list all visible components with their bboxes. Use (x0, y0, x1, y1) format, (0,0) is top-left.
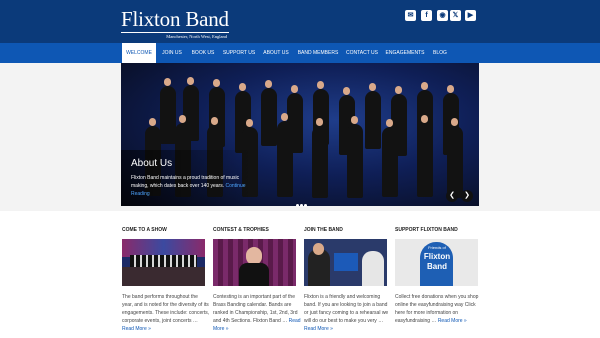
nav-blog[interactable]: BLOG (430, 43, 450, 63)
column-text-join: Flixton is a friendly and welcoming band… (304, 293, 392, 333)
nav-support-us[interactable]: SUPPORT US (222, 43, 256, 63)
band-member (417, 123, 433, 197)
band-member-face (164, 78, 171, 86)
band-member-face (421, 82, 428, 90)
column-description: Flixton is a friendly and welcoming band… (304, 294, 389, 324)
band-member (277, 121, 293, 197)
band-member (261, 88, 277, 146)
band-member-face (213, 79, 220, 87)
band-member-face (317, 81, 324, 89)
band-member-face (246, 119, 253, 127)
x-icon[interactable]: 𝕏 (450, 10, 461, 21)
band-member-face (291, 85, 298, 93)
band-member (447, 126, 463, 198)
read-more-link[interactable]: Read More » (304, 326, 333, 332)
nav-book-us[interactable]: BOOK US (189, 43, 217, 63)
hero-text: Flixton Band maintains a proud tradition… (131, 174, 249, 198)
column-title-contest[interactable]: CONTEST & TROPHIES (213, 227, 269, 233)
audience (122, 267, 205, 286)
nav-engagements[interactable]: ENGAGEMENTS (384, 43, 426, 63)
youtube-icon[interactable]: ▶ (465, 10, 476, 21)
read-more-link[interactable]: Read More » (122, 326, 151, 332)
slider-dot[interactable] (304, 204, 307, 207)
concert-photo[interactable] (122, 239, 205, 286)
band-member-face (211, 117, 218, 125)
site-subtitle: Manchester, North West, England (166, 34, 227, 39)
facebook-icon[interactable]: f (421, 10, 432, 21)
slider-dot[interactable] (296, 204, 299, 207)
site-header (0, 0, 600, 43)
logo-underline (121, 32, 229, 33)
site-title[interactable]: Flixton Band (121, 9, 233, 30)
friends-of-band-logo[interactable]: Friends of Flixton Band (395, 239, 478, 286)
nav-welcome[interactable]: WELCOME (122, 43, 156, 63)
logo-text-friends: Friends of (428, 245, 446, 250)
musician (362, 251, 384, 286)
band-member-face (369, 83, 376, 91)
rss-icon[interactable]: ◉ (437, 10, 448, 21)
musician-face (313, 243, 324, 255)
logo-text-flixton: Flixton (423, 252, 451, 261)
column-text-support: Collect free donations when you shop onl… (395, 293, 483, 325)
column-description: The band performs throughout the year, a… (122, 294, 210, 324)
band-member-face (187, 77, 194, 85)
column-description: Contesting is an important part of the B… (213, 294, 298, 324)
band-member-face (265, 80, 272, 88)
slider-prev-icon[interactable]: ❮ (446, 190, 458, 202)
band-member-face (343, 87, 350, 95)
band-member-face (179, 115, 186, 123)
band-member-face (447, 85, 454, 93)
slider-dots[interactable] (296, 194, 308, 212)
hero-heading: About Us (131, 158, 173, 169)
band-member-face (451, 118, 458, 126)
rehearsal-photo[interactable] (304, 239, 387, 286)
column-title-support[interactable]: SUPPORT FLIXTON BAND (395, 227, 458, 233)
column-text-show: The band performs throughout the year, a… (122, 293, 210, 333)
band-member (160, 86, 176, 144)
band-member-face (351, 116, 358, 124)
band-member (382, 127, 398, 197)
band-member-face (316, 118, 323, 126)
read-more-link[interactable]: Read More » (438, 318, 467, 324)
nav-band-members[interactable]: BAND MEMBERS (296, 43, 340, 63)
contest-photo[interactable] (213, 239, 296, 286)
email-icon[interactable]: ✉ (405, 10, 416, 21)
column-text-contest: Contesting is an important part of the B… (213, 293, 301, 333)
nav-join-us[interactable]: JOIN US (158, 43, 186, 63)
nav-contact-us[interactable]: CONTACT US (344, 43, 380, 63)
conductor (239, 263, 269, 286)
column-title-join[interactable]: JOIN THE BAND (304, 227, 343, 233)
band-member-face (421, 115, 428, 123)
band-member-face (395, 86, 402, 94)
music-stand (334, 253, 358, 271)
band-member-face (149, 118, 156, 126)
column-title-show[interactable]: COME TO A SHOW (122, 227, 167, 233)
hero-description: Flixton Band maintains a proud tradition… (131, 175, 240, 189)
slider-next-icon[interactable]: ❯ (461, 190, 473, 202)
band-member (347, 124, 363, 198)
band-member-face (239, 83, 246, 91)
slider-dot[interactable] (300, 204, 303, 207)
site-logo[interactable]: Flixton Band Manchester, North West, Eng… (121, 9, 233, 39)
band-member (312, 126, 328, 198)
band-member (365, 91, 381, 149)
band-member-face (281, 113, 288, 121)
band-on-stage (130, 255, 197, 267)
logo-text-band: Band (427, 262, 447, 271)
band-member-face (386, 119, 393, 127)
nav-about-us[interactable]: ABOUT US (262, 43, 290, 63)
